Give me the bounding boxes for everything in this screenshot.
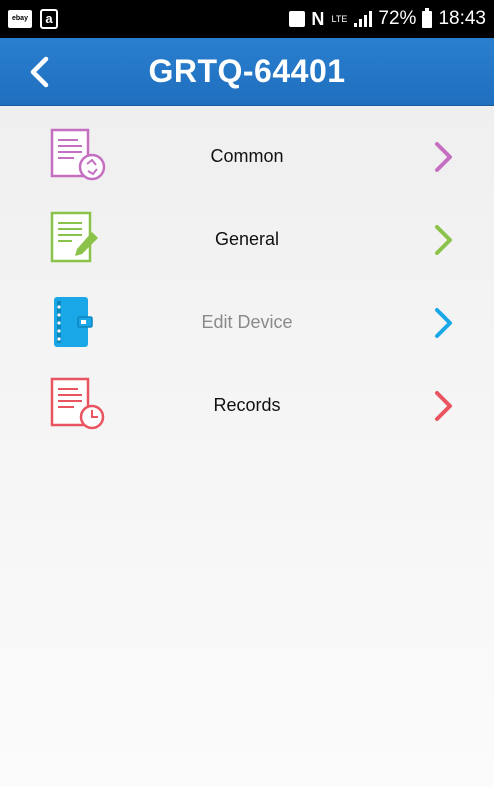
menu-item-edit-device[interactable]: Edit Device [0, 281, 494, 364]
signal-icon [354, 11, 373, 27]
chevron-right-icon [435, 142, 452, 172]
nfc-icon: N [311, 8, 325, 29]
menu-item-label: General [214, 229, 280, 249]
menu-list: Common General Edit Device Records [0, 115, 494, 447]
screen: ebay a N LTE 72% 18:43 GRTQ-64401 Common… [0, 0, 494, 787]
status-bar: ebay a N LTE 72% 18:43 [0, 0, 494, 38]
ebay-icon: ebay [8, 10, 32, 28]
system-icons: N LTE 72% 18:43 [289, 0, 486, 38]
notification-icons: ebay a [8, 9, 58, 29]
lte-icon: LTE [331, 13, 348, 24]
battery-percent: 72% [378, 8, 417, 29]
app-header: GRTQ-64401 [0, 38, 494, 106]
lock-icon [289, 11, 306, 27]
amazon-icon: a [40, 9, 58, 29]
menu-item-records[interactable]: Records [0, 364, 494, 447]
battery-icon [422, 7, 433, 28]
chevron-right-icon [435, 391, 452, 421]
chevron-right-icon [435, 225, 452, 255]
menu-item-label: Edit Device [201, 312, 293, 332]
page-title: GRTQ-64401 [148, 53, 346, 89]
menu-item-label: Records [213, 395, 281, 415]
clock: 18:43 [438, 8, 486, 29]
menu-item-general[interactable]: General [0, 198, 494, 281]
chevron-right-icon [435, 308, 452, 338]
menu-item-common[interactable]: Common [0, 115, 494, 198]
menu-item-label: Common [210, 146, 284, 166]
